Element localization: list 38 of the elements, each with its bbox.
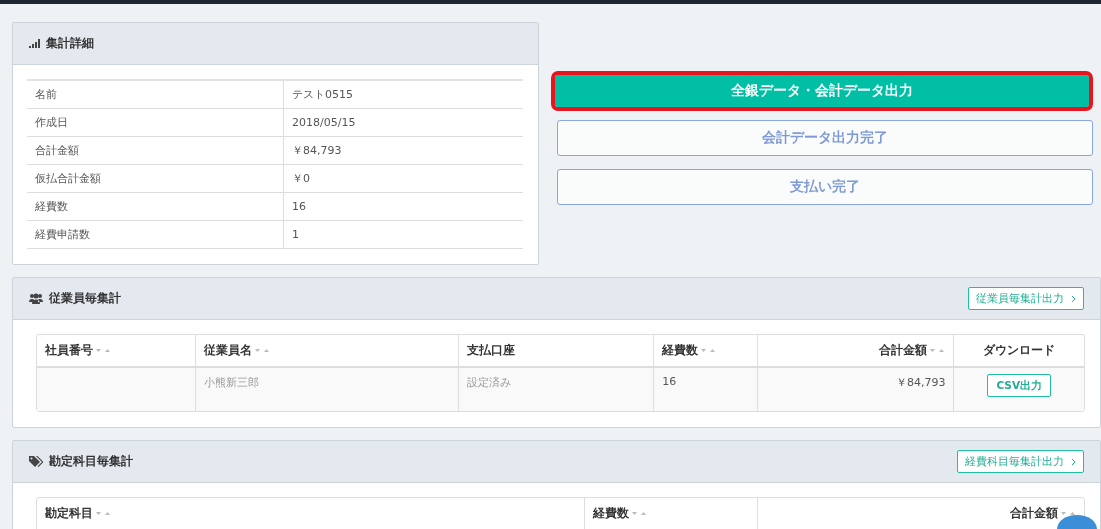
sort-icon[interactable]	[96, 511, 111, 516]
field-value: ￥84,793	[292, 144, 342, 157]
sort-icon[interactable]	[701, 348, 717, 353]
field-value: ￥0	[292, 172, 310, 185]
sort-icon[interactable]	[96, 348, 111, 353]
tags-icon	[29, 456, 43, 467]
field-label: 仮払合計金額	[35, 172, 101, 185]
column-header[interactable]: 合計金額	[1010, 506, 1058, 520]
signal-icon	[29, 39, 40, 48]
column-header[interactable]: 勘定科目	[45, 506, 93, 520]
field-value: 1	[292, 228, 299, 241]
field-label: 経費申請数	[35, 228, 90, 241]
panel-title: 勘定科目毎集計	[49, 453, 133, 470]
sort-icon[interactable]	[631, 511, 647, 516]
table-cell: ￥84,793	[895, 376, 946, 389]
column-header[interactable]: 経費数	[592, 506, 629, 520]
panel-title: 従業員毎集計	[49, 290, 121, 307]
column-header: ダウンロード	[983, 343, 1056, 357]
field-label: 作成日	[35, 116, 68, 129]
table-cell: 16	[662, 375, 677, 388]
sort-icon[interactable]	[930, 348, 946, 353]
column-header[interactable]: 従業員名	[203, 343, 252, 357]
field-value: 16	[292, 200, 306, 213]
field-label: 合計金額	[35, 144, 79, 157]
field-value: 2018/05/15	[292, 116, 356, 129]
table-cell: 設定済み	[466, 376, 511, 389]
field-label: 経費数	[35, 200, 68, 213]
column-header[interactable]: 合計金額	[879, 343, 928, 357]
column-header: 支払口座	[466, 343, 515, 357]
sort-icon[interactable]	[254, 348, 270, 353]
field-label: 名前	[35, 88, 57, 101]
users-icon	[29, 293, 43, 304]
field-value: テスト0515	[292, 88, 353, 101]
column-header[interactable]: 経費数	[662, 343, 699, 357]
chevron-right-icon	[1071, 294, 1076, 303]
panel-title: 集計詳細	[46, 35, 94, 52]
column-header[interactable]: 社員番号	[45, 343, 93, 357]
chevron-right-icon	[1071, 457, 1076, 466]
